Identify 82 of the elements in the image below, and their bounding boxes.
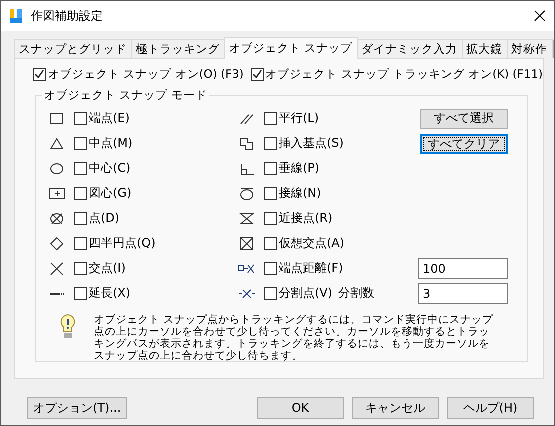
checkbox[interactable]	[74, 112, 87, 124]
checkbox-label[interactable]: 中点(M)	[89, 134, 133, 152]
snap-mode-checkbox[interactable]: 垂線(P)	[264, 160, 320, 177]
field-label: 分割数	[338, 285, 375, 302]
snap-mode-checkbox[interactable]: 交点(I)	[74, 260, 126, 276]
checkbox-label[interactable]: 点(D)	[89, 210, 120, 226]
tab[interactable]: 拡大鏡	[462, 39, 508, 58]
snap-mode-checkbox[interactable]: 挿入基点(S)	[264, 135, 344, 152]
group-title: オブジェクト スナップ モード	[42, 88, 210, 103]
checkbox-label[interactable]: 端点距離(F)	[279, 260, 344, 277]
snap-mode-checkbox[interactable]: 分割点(V)	[264, 285, 333, 302]
checkbox[interactable]	[33, 68, 46, 81]
checkbox-label[interactable]: 分割点(V)	[279, 285, 333, 302]
plus-box-icon	[48, 186, 66, 202]
checkbox-label[interactable]: 延長(X)	[89, 284, 131, 302]
tab[interactable]: ダイナミック入力	[356, 39, 463, 58]
triangle-icon	[48, 136, 66, 152]
checkbox-label[interactable]: 垂線(P)	[279, 160, 320, 177]
lightbulb-icon	[60, 314, 76, 340]
checkbox[interactable]	[264, 137, 277, 150]
checkbox-label[interactable]: 仮想交点(A)	[279, 235, 345, 252]
snap-mode-checkbox[interactable]: 接線(N)	[264, 185, 322, 202]
checkbox[interactable]	[264, 112, 277, 125]
checkbox[interactable]	[74, 162, 87, 174]
dialog-button[interactable]: キャンセル	[352, 397, 439, 419]
snap-mode-checkbox[interactable]: 四半円点(Q)	[74, 234, 156, 252]
checkbox-label[interactable]: 図心(G)	[89, 184, 132, 202]
diamond-icon	[48, 236, 66, 252]
dash-line-icon	[50, 292, 64, 296]
checkbox[interactable]	[264, 212, 277, 225]
snap-mode-checkbox[interactable]: 中心(C)	[74, 160, 131, 176]
checkbox[interactable]	[264, 162, 277, 175]
checkbox-label[interactable]: 交点(I)	[89, 260, 126, 276]
checkbox-label[interactable]: 平行(L)	[279, 110, 320, 127]
cross-icon	[48, 260, 66, 276]
dialog-button[interactable]: ヘルプ(H)	[447, 397, 534, 419]
side-button[interactable]: すべてクリア	[420, 134, 508, 154]
snap-mode-checkbox[interactable]: 図心(G)	[74, 184, 132, 202]
input-field[interactable]: 100	[418, 258, 508, 279]
snap-mode-checkbox[interactable]: 近接点(R)	[264, 210, 333, 227]
tab[interactable]: オブジェクト スナップ	[224, 37, 358, 59]
snap-mode-checkbox[interactable]: 平行(L)	[264, 110, 320, 127]
snap-mode-checkbox[interactable]: 端点距離(F)	[264, 260, 344, 277]
checkbox[interactable]	[264, 287, 277, 300]
checkbox[interactable]	[74, 286, 87, 300]
options-button[interactable]: オプション(T)...	[27, 397, 128, 419]
hourglass-icon	[238, 210, 256, 226]
window-title: 作図補助設定	[31, 8, 104, 24]
tab[interactable]: スナップとグリッド	[14, 39, 132, 58]
tangent-circle-icon	[238, 186, 256, 202]
checkbox[interactable]	[264, 237, 277, 250]
checkbox[interactable]	[264, 262, 277, 275]
snap-mode-checkbox[interactable]: 中点(M)	[74, 134, 133, 152]
side-button[interactable]: すべて選択	[420, 108, 508, 128]
snap-mode-checkbox[interactable]: 点(D)	[74, 210, 120, 226]
checkbox-label[interactable]: 端点(E)	[89, 110, 130, 126]
circle-icon	[48, 160, 66, 176]
app-icon	[9, 8, 23, 24]
checkbox[interactable]	[74, 236, 87, 250]
checkbox[interactable]	[74, 136, 87, 150]
crossed-circle-icon	[48, 210, 66, 226]
snap-mode-checkbox[interactable]: 延長(X)	[74, 284, 131, 302]
checkbox-label[interactable]: 中心(C)	[89, 160, 131, 176]
checkbox[interactable]	[264, 187, 277, 200]
tab[interactable]: 対称作	[506, 39, 553, 58]
checkbox[interactable]	[74, 262, 87, 274]
crossed-square-icon	[238, 236, 256, 252]
checkbox[interactable]	[74, 212, 87, 224]
close-icon[interactable]	[534, 10, 546, 22]
checkbox-label[interactable]: 近接点(R)	[279, 210, 333, 227]
snap-mode-checkbox[interactable]: 仮想交点(A)	[264, 235, 345, 252]
checkbox-label[interactable]: 接線(N)	[279, 185, 322, 202]
checkbox-label[interactable]: 四半円点(Q)	[89, 234, 156, 252]
checkbox-label[interactable]: 挿入基点(S)	[279, 135, 344, 152]
square-icon	[48, 110, 66, 126]
snap-mode-checkbox[interactable]: 端点(E)	[74, 110, 130, 126]
dialog-button[interactable]: OK	[257, 397, 344, 419]
stepped-squares-icon	[238, 136, 256, 152]
checkbox[interactable]	[250, 68, 264, 81]
input-field[interactable]: 3	[418, 283, 508, 304]
checkbox[interactable]	[74, 186, 87, 200]
info-text: オブジェクト スナップ点からトラッキングするには、コマンド実行中にスナップ点の上にカーソルを合わせて少し待ってください。カーソルを移動するとトラッキングパスが表示されます。トラッキングを終了するには、もう一度カーソルをスナップ点の上に合わせて少し待ちます。	[94, 314, 494, 362]
